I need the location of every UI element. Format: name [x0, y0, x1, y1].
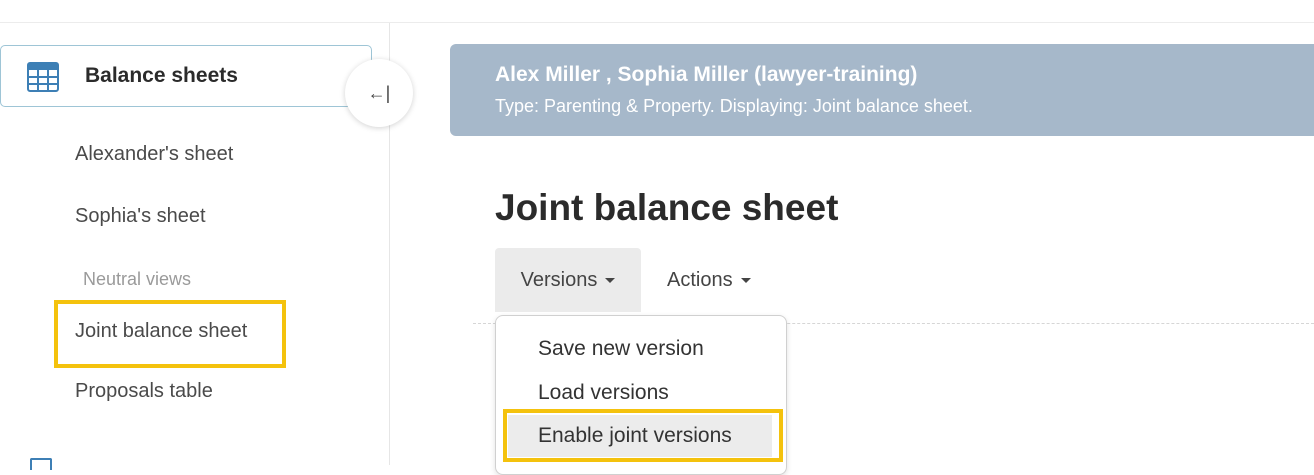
highlight-box — [503, 409, 783, 462]
menu-item-load-versions[interactable]: Load versions — [538, 381, 669, 405]
sidebar-header[interactable]: Balance sheets — [0, 45, 372, 107]
caret-down-icon — [605, 277, 616, 283]
banner-title: Alex Miller , Sophia Miller (lawyer-trai… — [495, 63, 918, 86]
page-title: Joint balance sheet — [495, 187, 839, 228]
tab-versions-label: Versions — [520, 268, 598, 291]
collapse-left-icon: ←| — [367, 82, 391, 103]
case-banner: Alex Miller , Sophia Miller (lawyer-trai… — [450, 44, 1314, 136]
sidebar-item-sophias-sheet[interactable]: Sophia's sheet — [75, 205, 206, 228]
banner-subtitle: Type: Parenting & Property. Displaying: … — [495, 96, 973, 116]
sidebar-item-proposals-table[interactable]: Proposals table — [75, 380, 213, 403]
highlight-box — [54, 300, 286, 368]
tab-actions-label: Actions — [667, 268, 733, 291]
top-bar — [0, 0, 1314, 23]
tab-versions[interactable]: Versions — [495, 248, 641, 312]
caret-down-icon — [740, 277, 751, 283]
sidebar-title: Balance sheets — [85, 64, 238, 87]
table-grid-icon — [27, 62, 59, 92]
document-icon — [30, 458, 52, 470]
tab-actions[interactable]: Actions — [667, 248, 751, 312]
collapse-sidebar-button[interactable]: ←| — [345, 59, 413, 127]
menu-item-save-new-version[interactable]: Save new version — [538, 337, 704, 361]
sidebar-section-label: Neutral views — [83, 269, 192, 289]
sidebar-item-alexanders-sheet[interactable]: Alexander's sheet — [75, 143, 233, 166]
